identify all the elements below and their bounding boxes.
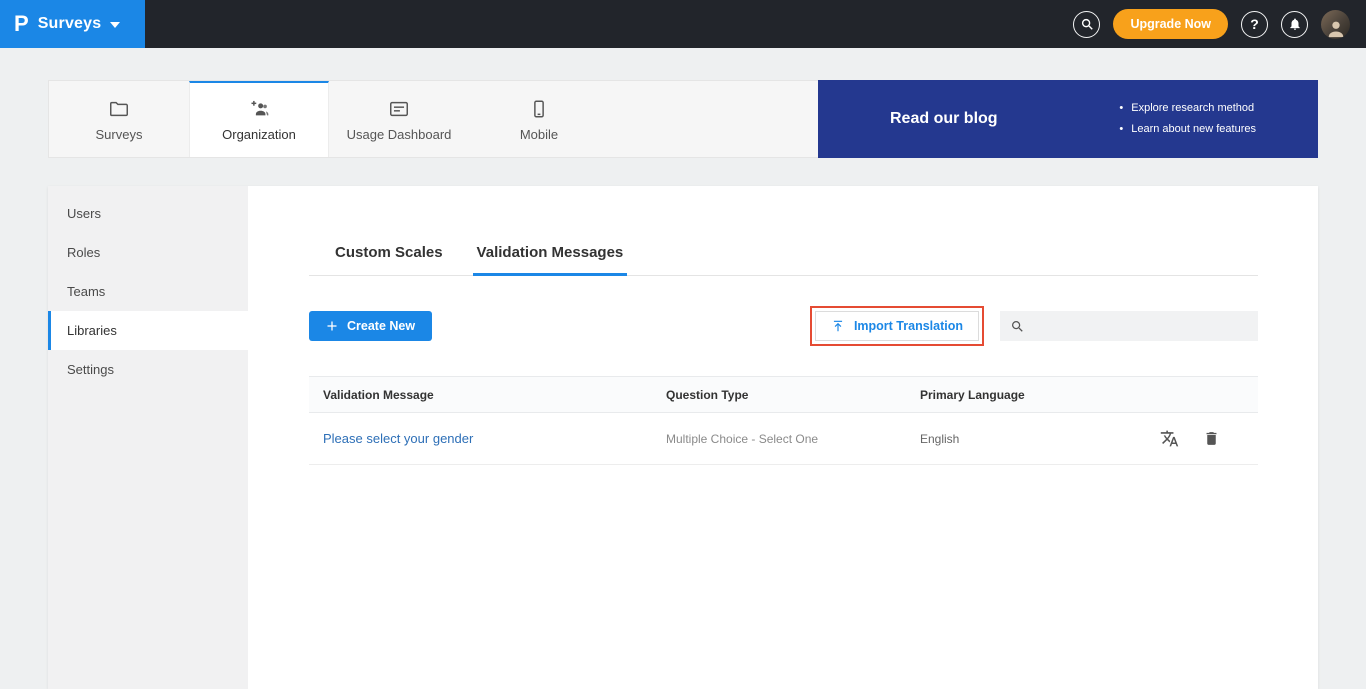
sidebar-item-settings[interactable]: Settings [48,350,248,389]
import-translation-label: Import Translation [854,319,963,333]
product-name: Surveys [38,15,102,33]
notifications-button[interactable] [1281,11,1308,38]
content-area: Custom Scales Validation Messages Create… [248,186,1318,689]
import-translation-button[interactable]: Import Translation [815,311,979,341]
primary-language-cell: English [920,432,959,446]
product-switcher[interactable]: P Surveys [0,0,145,48]
row-actions [1160,429,1244,448]
mobile-icon [528,98,550,120]
search-icon [1010,319,1024,333]
trash-icon[interactable] [1203,430,1220,447]
tab-custom-scales[interactable]: Custom Scales [331,236,447,276]
nav-tab-label: Surveys [96,127,143,142]
banner-bullet: Explore research method [1119,98,1256,119]
sidebar-item-users[interactable]: Users [48,194,248,233]
blog-banner[interactable]: Read our blog Explore research method Le… [818,80,1318,158]
validation-message-link[interactable]: Please select your gender [323,431,473,446]
topbar-actions: Upgrade Now ? [1073,9,1366,39]
folder-icon [108,98,130,120]
translate-icon[interactable] [1160,429,1179,448]
group-add-icon [247,98,271,120]
search-icon [1080,17,1094,31]
sidebar-item-teams[interactable]: Teams [48,272,248,311]
toolbar: Create New Import Translation [309,306,1258,346]
question-type-cell: Multiple Choice - Select One [666,432,818,446]
main-panel: Users Roles Teams Libraries Settings Cus… [48,186,1318,689]
table-search [1000,311,1258,341]
table-header-row: Validation Message Question Type Primary… [309,376,1258,413]
column-header: Question Type [666,388,920,402]
nav-tab-organization[interactable]: Organization [189,81,329,157]
search-input[interactable] [1032,319,1248,334]
plus-icon [326,320,338,332]
create-new-button[interactable]: Create New [309,311,432,341]
upload-icon [831,319,845,333]
toolbar-right: Import Translation [810,306,1258,346]
nav-tab-mobile[interactable]: Mobile [469,81,609,157]
column-header: Primary Language [920,388,1244,402]
banner-bullet: Learn about new features [1119,119,1256,140]
avatar[interactable] [1321,10,1350,39]
nav-tab-surveys[interactable]: Surveys [49,81,189,157]
banner-bullets: Explore research method Learn about new … [1119,98,1256,141]
sidebar-item-roles[interactable]: Roles [48,233,248,272]
upgrade-now-button[interactable]: Upgrade Now [1113,9,1228,39]
brand-logo: P [14,11,29,37]
chevron-down-icon [110,22,120,28]
nav-tabs: Surveys Organization Usage Dashboard Mob… [48,80,818,158]
nav-tab-label: Organization [222,127,296,142]
sidebar-item-libraries[interactable]: Libraries [48,311,248,350]
primary-nav: Surveys Organization Usage Dashboard Mob… [48,80,1318,158]
bell-icon [1288,17,1302,31]
annotation-highlight: Import Translation [810,306,984,346]
column-header: Validation Message [323,388,666,402]
create-new-label: Create New [347,319,415,333]
topbar: P Surveys Upgrade Now ? [0,0,1366,48]
sidebar: Users Roles Teams Libraries Settings [48,186,248,689]
help-button[interactable]: ? [1241,11,1268,38]
nav-tab-usage-dashboard[interactable]: Usage Dashboard [329,81,469,157]
dashboard-icon [388,98,410,120]
banner-title: Read our blog [890,110,998,128]
content-tabs: Custom Scales Validation Messages [309,236,1258,276]
tab-validation-messages[interactable]: Validation Messages [473,236,628,276]
validation-messages-table: Validation Message Question Type Primary… [309,376,1258,465]
table-row: Please select your gender Multiple Choic… [309,413,1258,465]
search-button[interactable] [1073,11,1100,38]
nav-tab-label: Usage Dashboard [347,127,452,142]
nav-tab-label: Mobile [520,127,558,142]
person-icon [1325,17,1347,39]
